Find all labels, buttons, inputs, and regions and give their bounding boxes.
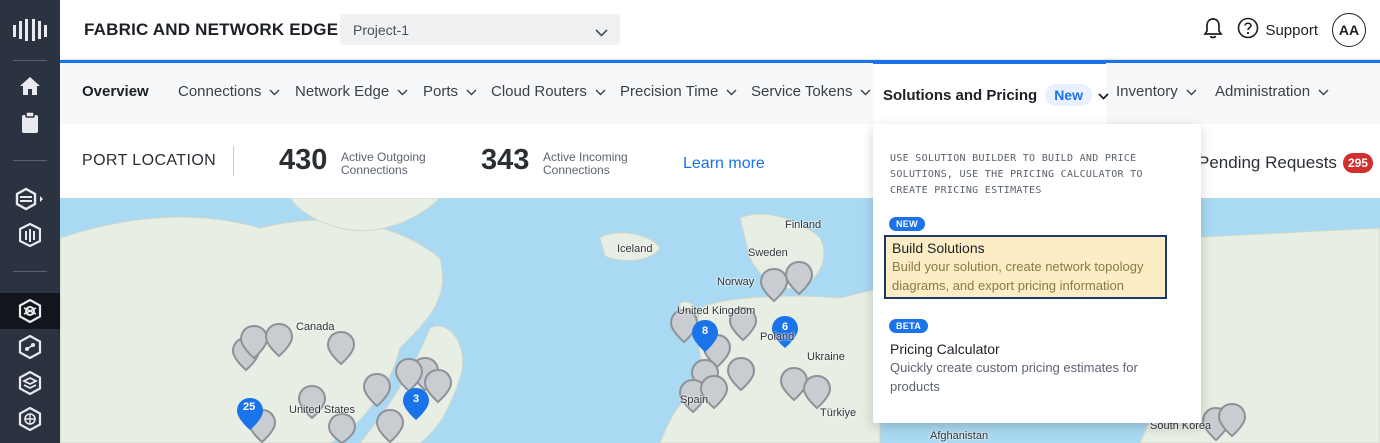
chevron-down-icon [726,83,737,100]
map-label: Sweden [748,247,788,259]
cloud-router-icon[interactable] [0,329,60,365]
outgoing-label: Active Outgoing Connections [341,150,426,177]
build-solutions-option[interactable]: Build Solutions Build your solution, cre… [884,235,1167,299]
incoming-label: Active Incoming Connections [543,150,628,177]
chevron-down-icon [397,83,408,100]
map-label: Finland [785,219,822,231]
divider [233,146,234,176]
solutions-pricing-menu: USE SOLUTION BUILDER TO BUILD AND PRICE … [873,124,1201,423]
nav-ports[interactable]: Ports [423,83,477,100]
chevron-down-icon [595,24,608,40]
cluster-count[interactable]: 8 [702,325,708,337]
map-label: Iceland [617,243,653,255]
nav-connections-label: Connections [178,83,262,100]
pricing-calculator-title: Pricing Calculator [890,341,1000,357]
port-location-title: PORT LOCATION [82,152,217,169]
cluster-count[interactable]: 25 [243,401,255,413]
solutions-icon[interactable] [0,293,60,329]
chevron-down-icon [1098,87,1109,104]
outgoing-count: 430 [279,144,328,176]
map-label: United Kingdom [677,305,756,317]
home-icon[interactable] [0,68,60,104]
map-label: Ukraine [807,351,845,363]
build-solutions-desc: Build your solution, create network topo… [892,259,1144,293]
pricing-calculator-option[interactable]: Pricing Calculator Quickly create custom… [884,338,1167,398]
clipboard-icon[interactable] [0,105,60,141]
learn-more-link[interactable]: Learn more [683,155,765,173]
nav-overview-label: Overview [82,83,149,100]
new-badge: New [1045,84,1092,106]
nav-network-edge[interactable]: Network Edge [295,83,408,100]
nav-service-tokens-label: Service Tokens [751,83,853,100]
map-label: Norway [717,276,755,288]
help-circle-icon [1237,17,1259,43]
cluster-count[interactable]: 6 [782,321,788,333]
nav-network-edge-label: Network Edge [295,83,390,100]
chevron-down-icon [1186,83,1197,100]
menu-description: USE SOLUTION BUILDER TO BUILD AND PRICE … [890,153,1143,196]
build-solutions-title: Build Solutions [892,240,985,256]
nav-inventory[interactable]: Inventory [1116,83,1197,100]
main-nav: Overview Connections Network Edge Ports … [60,60,1380,128]
nav-overview[interactable]: Overview [82,83,149,100]
new-tag: NEW [889,217,925,231]
pending-requests-count: 295 [1342,153,1373,173]
nav-solutions-pricing[interactable]: Solutions and Pricing New [873,60,1109,128]
nav-administration[interactable]: Administration [1215,83,1329,100]
equinix-logo-icon[interactable] [0,12,60,48]
pricing-calculator-desc: Quickly create custom pricing estimates … [890,360,1138,394]
map-label: Afghanistan [930,430,989,442]
nav-cloud-routers[interactable]: Cloud Routers [491,83,606,100]
chevron-down-icon [1318,83,1329,100]
nav-solutions-pricing-label: Solutions and Pricing [883,86,1038,104]
nav-precision-time[interactable]: Precision Time [620,83,737,100]
nav-connections[interactable]: Connections [178,83,280,100]
left-rail [0,0,60,443]
chevron-down-icon [860,83,871,100]
project-selector-value: Project-1 [353,22,410,38]
chevron-down-icon [466,83,477,100]
nav-precision-time-label: Precision Time [620,83,719,100]
nav-cloud-routers-label: Cloud Routers [491,83,587,100]
map-label: Canada [296,321,335,333]
chevron-down-icon [595,83,606,100]
incoming-count: 343 [481,144,530,176]
map-label: United States [289,404,356,416]
map-label: Poland [760,331,795,343]
cluster-count[interactable]: 3 [413,393,419,405]
bell-icon[interactable] [1203,17,1224,44]
nav-administration-label: Administration [1215,83,1311,100]
top-bar: FABRIC AND NETWORK EDGE Project-1 Suppor… [60,0,1380,60]
layers-icon[interactable] [0,365,60,401]
chevron-down-icon [269,83,280,100]
app-title: FABRIC AND NETWORK EDGE [84,20,339,39]
map-label: Türkiye [820,407,857,419]
support-label: Support [1265,21,1318,39]
beta-tag: BETA [889,319,929,333]
support-link[interactable]: Support [1237,17,1318,43]
map-label: Spain [680,394,709,406]
fabric-stack-icon[interactable] [0,181,60,217]
project-selector[interactable]: Project-1 [340,14,620,45]
avatar[interactable]: AA [1332,13,1366,47]
nav-ports-label: Ports [423,83,459,100]
pending-requests-label: Pending Requests [1198,153,1337,172]
nav-service-tokens[interactable]: Service Tokens [751,83,871,100]
network-edge-icon[interactable] [0,217,60,253]
globe-icon[interactable] [0,401,60,437]
pending-requests[interactable]: Pending Requests 295 [1198,153,1373,173]
nav-inventory-label: Inventory [1116,83,1178,100]
